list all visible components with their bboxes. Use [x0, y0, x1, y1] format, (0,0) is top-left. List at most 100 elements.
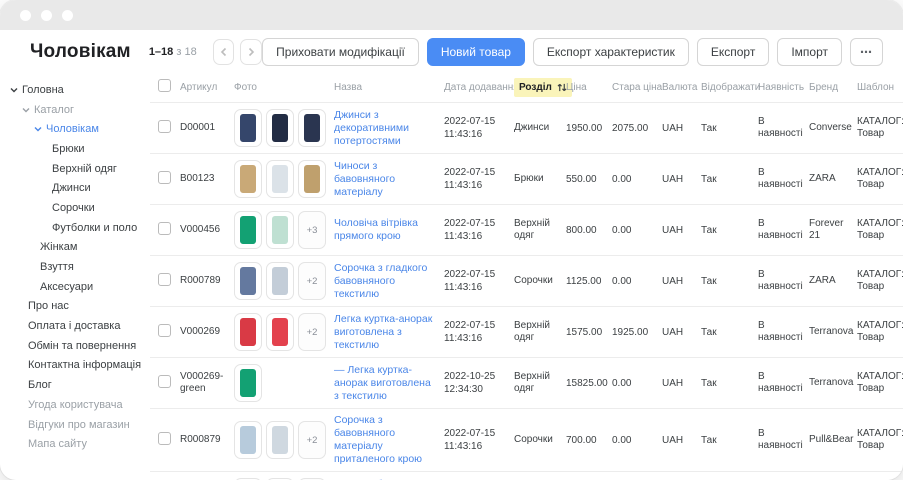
cell-price: 550.00 — [566, 154, 612, 205]
product-name-link[interactable]: Сорочка з гладкого бавовняного текстилю — [334, 262, 438, 301]
more-actions-button[interactable]: ⋯ — [850, 38, 883, 66]
garment-shape — [240, 426, 256, 454]
column-header-old_price: Стара ціна — [612, 74, 662, 103]
product-photo[interactable] — [266, 313, 294, 351]
sidebar-item-аксесуари[interactable]: Аксесуари — [0, 277, 150, 297]
hide-modifications-button[interactable]: Приховати модифікації — [262, 38, 419, 66]
cell-photos: +2 — [234, 472, 334, 480]
products-table-container: АртикулФотоНазваДата додаванняРозділЦіна… — [150, 74, 903, 480]
product-name-link[interactable]: Сорочка з бавовняного матеріалу притален… — [334, 414, 438, 466]
cell-brand: Pull&Bear — [809, 409, 857, 472]
cell-template: КАТАЛОГ: Товар — [857, 409, 903, 472]
sorted-column-highlight[interactable]: Розділ — [514, 78, 572, 97]
time-added: 11:43:16 — [444, 440, 508, 453]
sidebar-item-чоловікам[interactable]: Чоловікам — [0, 119, 150, 139]
sidebar-item-блог[interactable]: Блог — [0, 375, 150, 395]
product-photo[interactable] — [266, 211, 294, 249]
app-window: Чоловікам 1–18 з 18 Приховати модифікаці… — [0, 0, 903, 480]
row-checkbox[interactable] — [158, 324, 171, 337]
row-checkbox[interactable] — [158, 171, 171, 184]
sidebar-item-каталог[interactable]: Каталог — [0, 100, 150, 120]
window-dot[interactable] — [41, 10, 52, 21]
cell-photos: +2 — [234, 409, 334, 472]
product-photo[interactable] — [298, 160, 326, 198]
more-photos-badge[interactable]: +2 — [298, 262, 326, 300]
cell-sku: R000789 — [180, 256, 234, 307]
cell-availability: В наявності — [758, 154, 809, 205]
time-added: 11:43:16 — [444, 230, 508, 243]
product-photo[interactable] — [234, 421, 262, 459]
garment-shape — [304, 165, 320, 193]
product-photo[interactable] — [266, 262, 294, 300]
next-page-button[interactable] — [240, 39, 262, 65]
more-photos-badge[interactable]: +3 — [298, 211, 326, 249]
sidebar-item-головна[interactable]: Головна — [0, 80, 150, 100]
new-product-button[interactable]: Новий товар — [427, 38, 525, 66]
product-photo[interactable] — [266, 109, 294, 147]
column-header-section[interactable]: Розділ — [514, 74, 566, 103]
date-added: 2022-07-15 — [444, 166, 508, 179]
window-dot[interactable] — [62, 10, 73, 21]
product-photo[interactable] — [234, 364, 262, 402]
sidebar-item-футболки-и-поло[interactable]: Футболки и поло — [0, 218, 150, 238]
row-checkbox[interactable] — [158, 222, 171, 235]
cell-select — [150, 307, 180, 358]
sidebar-item-label: Верхній одяг — [52, 163, 117, 175]
sidebar-item-верхній-одяг[interactable]: Верхній одяг — [0, 159, 150, 179]
row-checkbox[interactable] — [158, 375, 171, 388]
export-button[interactable]: Експорт — [697, 38, 769, 66]
sidebar-item-жінкам[interactable]: Жінкам — [0, 238, 150, 258]
import-button[interactable]: Імпорт — [777, 38, 842, 66]
row-checkbox[interactable] — [158, 120, 171, 133]
sidebar-item-угода-користувача[interactable]: Угода користувача — [0, 395, 150, 415]
sidebar-item-сорочки[interactable]: Сорочки — [0, 198, 150, 218]
sidebar-item-label: Угода користувача — [28, 399, 123, 411]
garment-shape — [272, 267, 288, 295]
expand-chevron-icon[interactable] — [34, 126, 46, 132]
sidebar-item-взуття[interactable]: Взуття — [0, 257, 150, 277]
product-name-link[interactable]: Чоловіча вітрівка прямого крою — [334, 217, 438, 243]
product-name-link[interactable]: — Легка куртка-анорак виготовлена з текс… — [334, 364, 438, 403]
sidebar-item-мапа-сайту[interactable]: Мапа сайту — [0, 434, 150, 454]
product-name-link[interactable]: Джинси з декоративними потертостями — [334, 109, 438, 148]
product-name-link[interactable]: Легка куртка-анорак виготовлена з тексти… — [334, 313, 438, 352]
more-photos-badge[interactable]: +2 — [298, 313, 326, 351]
sidebar-item-відгуки-про-магазин[interactable]: Відгуки про магазин — [0, 415, 150, 435]
cell-display: Так — [701, 358, 758, 409]
export-characteristics-button[interactable]: Експорт характеристик — [533, 38, 689, 66]
product-photo[interactable] — [298, 109, 326, 147]
sidebar-item-обмін-та-повернення[interactable]: Обмін та повернення — [0, 336, 150, 356]
sidebar-item-оплата-і-доставка[interactable]: Оплата і доставка — [0, 316, 150, 336]
cell-currency: UAH — [662, 154, 701, 205]
garment-shape — [272, 426, 288, 454]
product-photo[interactable] — [234, 211, 262, 249]
garment-shape — [240, 165, 256, 193]
sidebar-item-брюки[interactable]: Брюки — [0, 139, 150, 159]
product-row: R000879+2Сорочка з бавовняного матеріалу… — [150, 409, 903, 472]
product-name-link[interactable]: Чиноси з бавовняного матеріалу — [334, 160, 438, 199]
sidebar-item-контактна-інформація[interactable]: Контактна інформація — [0, 356, 150, 376]
time-added: 11:43:16 — [444, 179, 508, 192]
row-checkbox[interactable] — [158, 432, 171, 445]
product-photo[interactable] — [266, 421, 294, 459]
cell-date: 2022-07-1511:43:16 — [444, 154, 514, 205]
expand-chevron-icon[interactable] — [22, 107, 34, 113]
product-photo[interactable] — [234, 109, 262, 147]
window-dot[interactable] — [20, 10, 31, 21]
row-checkbox[interactable] — [158, 273, 171, 286]
product-photo[interactable] — [234, 313, 262, 351]
expand-chevron-icon[interactable] — [10, 87, 22, 93]
sidebar-item-джинси[interactable]: Джинси — [0, 178, 150, 198]
sidebar-item-label: Обмін та повернення — [28, 340, 136, 352]
cell-date: 2022-07-1511:43:16 — [444, 256, 514, 307]
more-photos-badge[interactable]: +2 — [298, 421, 326, 459]
cell-price: 800.00 — [566, 205, 612, 256]
cell-brand — [809, 472, 857, 480]
sidebar-item-про-нас[interactable]: Про нас — [0, 297, 150, 317]
prev-page-button[interactable] — [213, 39, 235, 65]
select-all-checkbox[interactable] — [158, 79, 171, 92]
sidebar-item-label: Головна — [22, 84, 64, 96]
product-photo[interactable] — [234, 262, 262, 300]
product-photo[interactable] — [234, 160, 262, 198]
product-photo[interactable] — [266, 160, 294, 198]
